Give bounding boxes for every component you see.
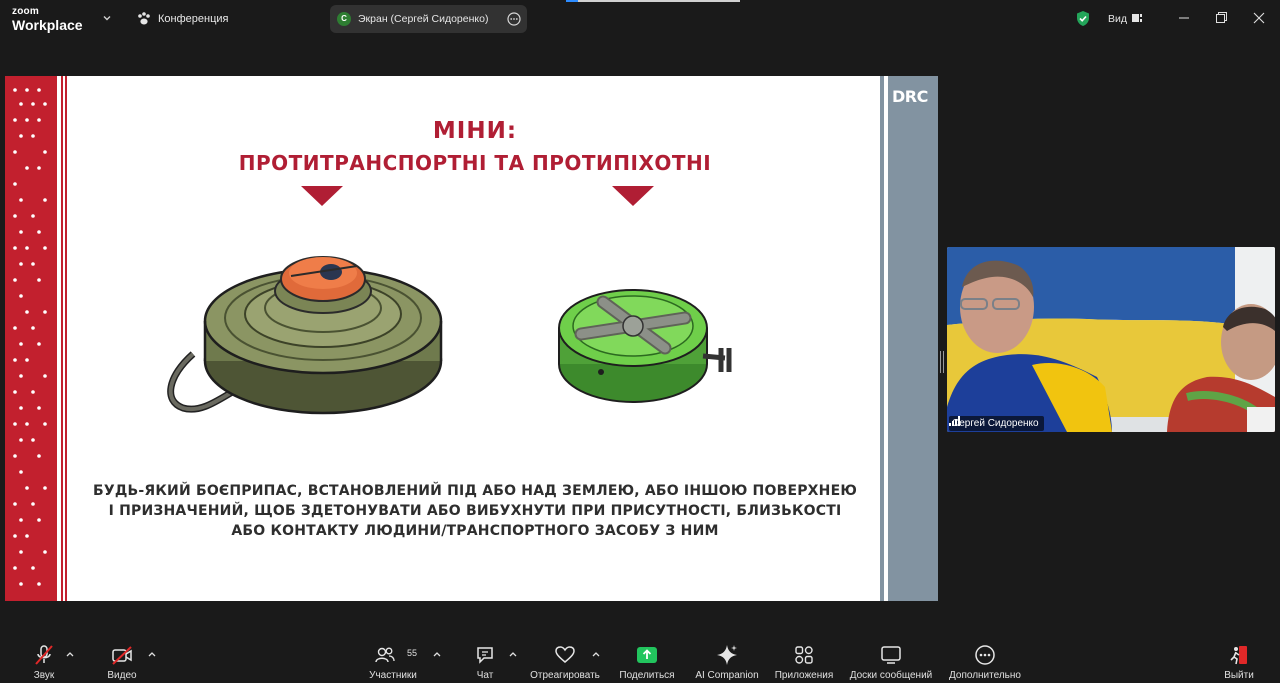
participant-name: Сергей Сидоренко bbox=[952, 418, 1039, 429]
definition-line3: АБО КОНТАКТУ ЛЮДИНИ/ТРАНСПОРТНОГО ЗАСОБУ… bbox=[231, 523, 719, 539]
slide-side-band bbox=[880, 76, 938, 601]
leave-door-icon bbox=[1230, 646, 1247, 665]
screen-share-label: Экран (Сергей Сидоренко) bbox=[358, 13, 489, 25]
apps-button[interactable]: Приложения bbox=[772, 637, 836, 683]
slide-subtitle: ПРОТИТРАНСПОРТНІ ТА ПРОТИПІХОТНІ bbox=[238, 151, 712, 175]
resize-handle[interactable] bbox=[940, 351, 944, 373]
anti-personnel-mine-illustration bbox=[558, 289, 732, 403]
meeting-title[interactable]: Конференция bbox=[158, 13, 228, 25]
video-label: Видео bbox=[107, 670, 137, 681]
share-label: Поделиться bbox=[619, 670, 675, 681]
leave-label: Выйти bbox=[1224, 670, 1254, 681]
minimize-icon[interactable] bbox=[1173, 8, 1195, 28]
chevron-down-icon[interactable] bbox=[101, 12, 113, 24]
title-bar: zoom Workplace Конференция С Экран (Серг… bbox=[0, 0, 1280, 38]
apps-label: Приложения bbox=[774, 670, 834, 681]
more-label: Дополнительно bbox=[949, 670, 1021, 681]
shield-check-icon[interactable] bbox=[1075, 10, 1091, 27]
participant-name-tag: Сергей Сидоренко bbox=[949, 416, 1044, 431]
leave-button[interactable]: Выйти bbox=[1222, 637, 1256, 683]
logo-line1: zoom bbox=[12, 6, 39, 17]
share-screen-button[interactable]: Поделиться bbox=[617, 637, 677, 683]
apps-grid-icon bbox=[795, 646, 813, 664]
participants-count: 55 bbox=[407, 648, 418, 658]
slide-side-divider bbox=[884, 76, 888, 601]
participants-label: Участники bbox=[369, 670, 417, 681]
audio-button[interactable]: Звук bbox=[28, 637, 60, 683]
presenter-avatar: С bbox=[337, 12, 351, 26]
meeting-controls-toolbar: Звук Видео Участники Чат Отреагировать П… bbox=[0, 637, 1280, 683]
participant-video-tile[interactable]: Сергей Сидоренко bbox=[947, 247, 1275, 432]
more-button[interactable]: Дополнительно bbox=[946, 637, 1024, 683]
slide-title: МІНИ: bbox=[432, 118, 518, 144]
definition-line2: І ПРИЗНАЧЕНИЙ, ЩОБ ЗДЕТОНУВАТИ АБО ВИБУХ… bbox=[108, 503, 842, 519]
react-button[interactable]: Отреагировать bbox=[528, 637, 602, 683]
chat-options-caret-icon[interactable] bbox=[508, 650, 518, 658]
logo-line2: Workplace bbox=[12, 17, 83, 33]
connection-signal-icon bbox=[949, 416, 960, 426]
ai-companion-button[interactable]: AI Companion bbox=[693, 637, 761, 683]
shared-screen-slide: МІНИ: ПРОТИТРАНСПОРТНІ ТА ПРОТИПІХОТНІ Б… bbox=[5, 76, 938, 601]
react-options-caret-icon[interactable] bbox=[591, 650, 601, 658]
paw-icon[interactable] bbox=[136, 11, 152, 27]
whiteboard-icon bbox=[881, 646, 901, 664]
arrow-down-icon bbox=[612, 186, 654, 206]
view-menu-label[interactable]: Вид bbox=[1108, 13, 1127, 25]
participants-button[interactable]: Участники bbox=[366, 637, 420, 683]
restore-icon[interactable] bbox=[1210, 8, 1232, 28]
participant-video-feed bbox=[947, 247, 1275, 432]
more-options-icon[interactable] bbox=[507, 12, 521, 26]
heart-icon bbox=[555, 646, 575, 663]
more-options-icon bbox=[975, 645, 995, 665]
top-progress-strip bbox=[566, 0, 740, 2]
share-screen-icon bbox=[637, 647, 657, 663]
react-label: Отреагировать bbox=[530, 670, 600, 681]
video-options-caret-icon[interactable] bbox=[147, 650, 157, 658]
whiteboards-button[interactable]: Доски сообщений bbox=[846, 637, 936, 683]
close-icon[interactable] bbox=[1248, 8, 1270, 28]
screen-share-indicator[interactable]: С Экран (Сергей Сидоренко) bbox=[330, 5, 527, 33]
embroidery-ornament bbox=[5, 76, 67, 601]
arrow-down-icon bbox=[301, 186, 343, 206]
whiteboards-label: Доски сообщений bbox=[849, 670, 933, 681]
audio-options-caret-icon[interactable] bbox=[65, 650, 75, 658]
ai-sparkle-icon bbox=[717, 645, 737, 665]
zoom-logo[interactable]: zoom Workplace bbox=[12, 6, 83, 33]
microphone-muted-icon bbox=[35, 645, 53, 665]
definition-line1: БУДЬ-ЯКИЙ БОЄПРИПАС, ВСТАНОВЛЕНИЙ ПІД АБ… bbox=[93, 483, 857, 499]
camera-off-icon bbox=[112, 646, 132, 665]
chat-label: Чат bbox=[476, 670, 494, 681]
chat-button[interactable]: Чат bbox=[470, 637, 500, 683]
audio-label: Звук bbox=[33, 670, 55, 681]
drc-logo: DRC bbox=[892, 87, 928, 106]
ai-label: AI Companion bbox=[695, 670, 759, 681]
participants-icon bbox=[375, 647, 395, 663]
chat-icon bbox=[477, 647, 493, 664]
view-layout-icon[interactable] bbox=[1131, 12, 1143, 24]
mine-definition: БУДЬ-ЯКИЙ БОЄПРИПАС, ВСТАНОВЛЕНИЙ ПІД АБ… bbox=[85, 481, 865, 541]
participants-options-caret-icon[interactable] bbox=[432, 650, 442, 658]
anti-tank-mine-illustration bbox=[167, 256, 443, 415]
video-button[interactable]: Видео bbox=[104, 637, 140, 683]
